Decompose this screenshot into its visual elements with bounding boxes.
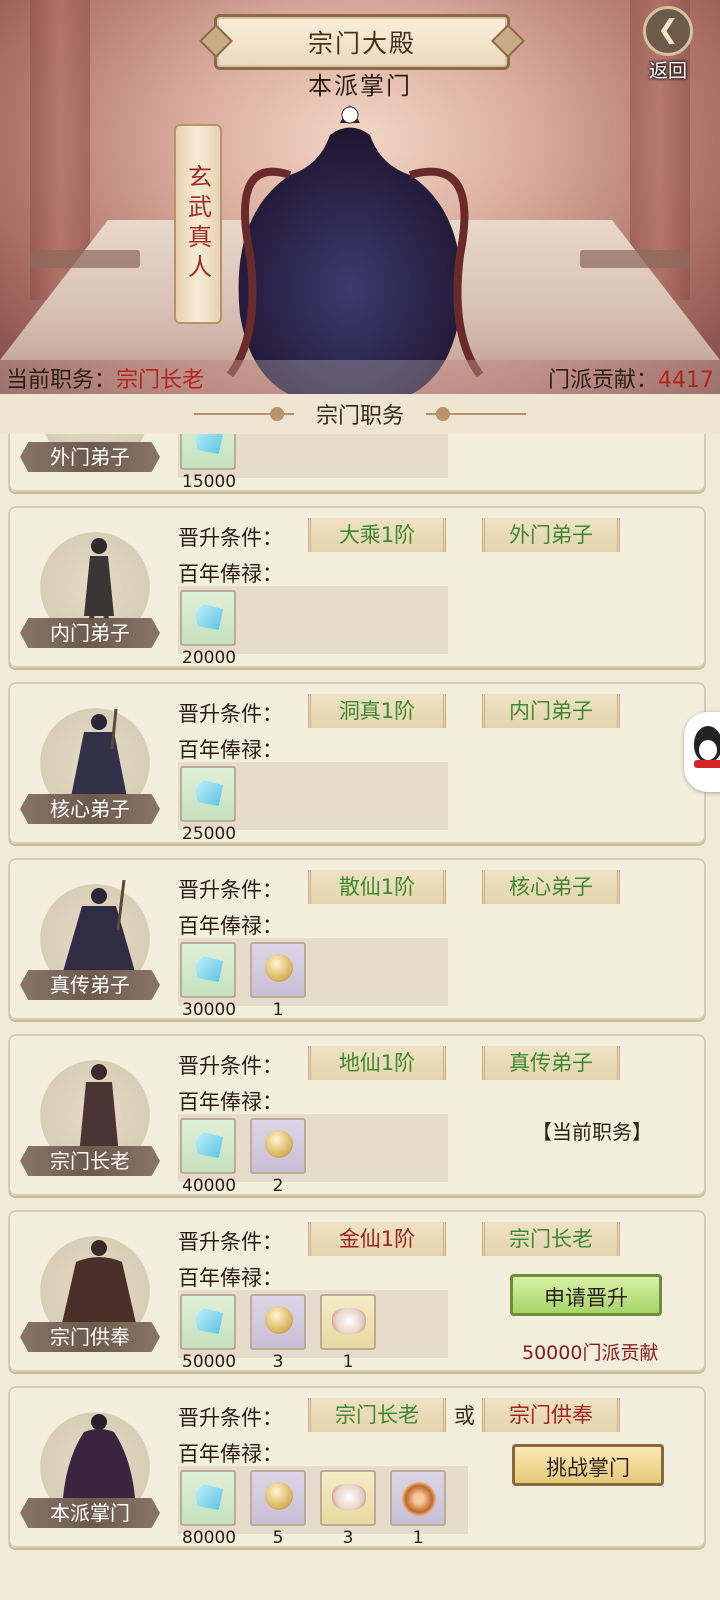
- bench-left: [30, 250, 140, 268]
- info-bar: 当前职务：宗门长老 门派贡献：4417: [0, 360, 720, 394]
- req-realm: 地仙1阶: [308, 1046, 446, 1080]
- rank-card-inner[interactable]: 内门弟子 晋升条件： 大乘1阶 外门弟子 百年俸禄： 20000: [8, 506, 706, 668]
- contribution-value: 4417: [658, 368, 714, 393]
- req-realm: 洞真1阶: [308, 694, 446, 728]
- promote-label: 晋升条件：: [178, 1406, 283, 1430]
- section-header: 宗门职务: [0, 394, 720, 434]
- back-arrow-icon: ❮: [643, 6, 693, 56]
- req-rank-b: 宗门供奉: [482, 1398, 620, 1432]
- reward-qty: 5: [272, 1528, 284, 1548]
- section-title: 宗门职务: [315, 404, 404, 429]
- hall-banner: 宗门大殿 ❮ 返回 本派掌门 玄武真人 当前职务：宗门长老 门派贡献：4417: [0, 0, 720, 400]
- rank-card-true[interactable]: 真传弟子 晋升条件： 散仙1阶 核心弟子 百年俸禄： 30000 1: [8, 858, 706, 1020]
- salary-label: 百年俸禄：: [178, 562, 283, 586]
- rank-name: 真传弟子: [20, 970, 160, 1000]
- promote-label: 晋升条件：: [178, 702, 283, 726]
- promote-label: 晋升条件：: [178, 526, 283, 550]
- ornament-left-icon: [193, 407, 294, 421]
- promote-label: 晋升条件：: [178, 1230, 283, 1254]
- golden-pearl-icon[interactable]: [250, 942, 306, 998]
- salary-label: 百年俸禄：: [178, 1442, 283, 1466]
- salary-label: 百年俸禄：: [178, 738, 283, 762]
- promote-label: 晋升条件：: [178, 878, 283, 902]
- contribution: 门派贡献：4417: [547, 368, 714, 393]
- reward-qty: 80000: [182, 1528, 237, 1548]
- req-rank: 核心弟子: [482, 870, 620, 904]
- rank-card-elder[interactable]: 宗门长老 晋升条件： 地仙1阶 真传弟子 百年俸禄： 40000 2 【当前职务…: [8, 1034, 706, 1196]
- spirit-stone-icon[interactable]: [180, 1294, 236, 1350]
- apply-promotion-button[interactable]: 申请晋升: [510, 1274, 662, 1316]
- or-label: 或: [454, 1404, 475, 1428]
- promote-label: 晋升条件：: [178, 1054, 283, 1078]
- reward-qty: 25000: [182, 824, 237, 844]
- rank-card-master[interactable]: 本派掌门 晋升条件： 宗门长老 或 宗门供奉 百年俸禄： 80000 5 3 1…: [8, 1386, 706, 1548]
- golden-pearl-icon[interactable]: [250, 1294, 306, 1350]
- challenge-master-button[interactable]: 挑战掌门: [512, 1444, 664, 1486]
- req-rank-a: 宗门长老: [308, 1398, 446, 1432]
- current-post-value: 宗门长老: [116, 368, 205, 393]
- spirit-stone-icon[interactable]: [180, 590, 236, 646]
- spirit-stone-icon[interactable]: [180, 766, 236, 822]
- golden-pearl-icon[interactable]: [250, 1118, 306, 1174]
- rank-name: 本派掌门: [20, 1498, 160, 1528]
- req-realm: 大乘1阶: [308, 518, 446, 552]
- rank-card-outer[interactable]: 外门弟子 15000: [8, 434, 706, 492]
- rank-card-core[interactable]: 核心弟子 晋升条件： 洞真1阶 内门弟子 百年俸禄： 25000: [8, 682, 706, 844]
- req-rank: 宗门长老: [482, 1222, 620, 1256]
- reward-qty: 2: [272, 1176, 284, 1196]
- promotion-cost: 50000门派贡献: [522, 1342, 659, 1364]
- salary-label: 百年俸禄：: [178, 914, 283, 938]
- rank-name: 核心弟子: [20, 794, 160, 824]
- rank-name: 宗门长老: [20, 1146, 160, 1176]
- master-silhouette[interactable]: [210, 95, 490, 395]
- reward-qty: 30000: [182, 1000, 237, 1020]
- req-rank: 内门弟子: [482, 694, 620, 728]
- bench-right: [580, 250, 690, 268]
- rank-name: 宗门供奉: [20, 1322, 160, 1352]
- salary-label: 百年俸禄：: [178, 1090, 283, 1114]
- spirit-stone-icon[interactable]: [180, 1118, 236, 1174]
- golden-orb-icon[interactable]: [390, 1470, 446, 1526]
- spirit-stone-icon[interactable]: [180, 942, 236, 998]
- talisman-icon[interactable]: [320, 1294, 376, 1350]
- reward-qty: 1: [272, 1000, 284, 1020]
- req-realm: 散仙1阶: [308, 870, 446, 904]
- req-rank: 外门弟子: [482, 518, 620, 552]
- master-name-scroll: 玄武真人: [174, 124, 222, 324]
- rank-list[interactable]: 外门弟子 15000 内门弟子 晋升条件： 大乘1阶 外门弟子 百年俸禄： 20…: [0, 434, 720, 1600]
- golden-pearl-icon[interactable]: [250, 1470, 306, 1526]
- reward-qty: 3: [272, 1352, 284, 1372]
- spirit-stone-icon[interactable]: [180, 434, 236, 470]
- reward-qty: 1: [342, 1352, 354, 1372]
- rank-name: 内门弟子: [20, 618, 160, 648]
- reward-qty: 3: [342, 1528, 354, 1548]
- spirit-stone-icon[interactable]: [180, 1470, 236, 1526]
- req-rank: 真传弟子: [482, 1046, 620, 1080]
- page-title: 宗门大殿: [214, 14, 510, 70]
- reward-qty: 50000: [182, 1352, 237, 1372]
- ornament-right-icon: [426, 407, 526, 421]
- current-post-status: 【当前职务】: [532, 1120, 652, 1144]
- reward-qty: 20000: [182, 648, 237, 668]
- reward-qty: 1: [412, 1528, 424, 1548]
- req-realm: 金仙1阶: [308, 1222, 446, 1256]
- salary-label: 百年俸禄：: [178, 1266, 283, 1290]
- rank-name: 外门弟子: [20, 442, 160, 472]
- reward-qty: 40000: [182, 1176, 237, 1196]
- rank-card-patron[interactable]: 宗门供奉 晋升条件： 金仙1阶 宗门长老 百年俸禄： 50000 3 1 申请晋…: [8, 1210, 706, 1372]
- qq-float-button[interactable]: [684, 712, 720, 792]
- current-post: 当前职务：宗门长老: [6, 368, 205, 393]
- reward-qty: 15000: [182, 472, 237, 492]
- talisman-icon[interactable]: [320, 1470, 376, 1526]
